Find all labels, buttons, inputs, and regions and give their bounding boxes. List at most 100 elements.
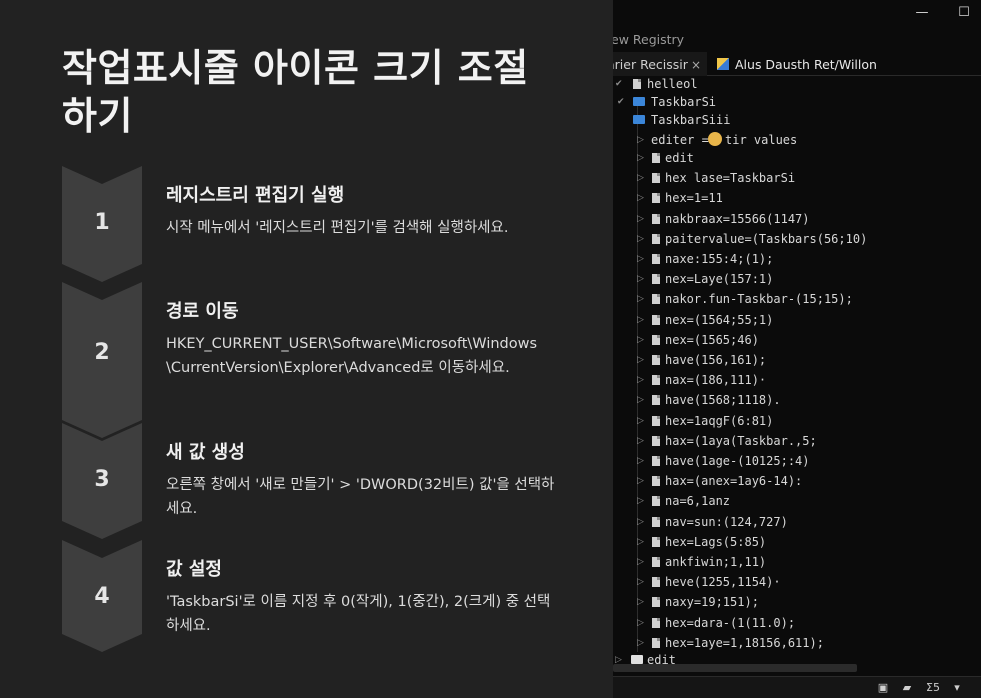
folder-open-icon: [633, 115, 645, 124]
tree-value-label: have(1age-(10125;:4): [665, 454, 810, 468]
expand-arrow-icon: ▷: [637, 496, 644, 507]
expand-arrow-icon: ▷: [637, 334, 644, 345]
step-3-number: 3: [94, 467, 110, 492]
tree-value-label: paitervalue=(Taskbars(56;10): [665, 231, 868, 246]
step-1-number: 1: [94, 210, 110, 235]
tree-value-label: nakor.fun-Taskbar-(15;15);: [665, 292, 853, 307]
step-2-description: HKEY_CURRENT_USER\Software\Microsoft\Win…: [166, 336, 538, 376]
file-icon: [633, 79, 641, 89]
tree-value-label: hex=dara-(1(11.0);: [665, 615, 796, 630]
tree-value-label: hex lase=TaskbarSi: [665, 171, 796, 186]
status-bar: ▣ ▰ Σ5 ▾: [613, 676, 981, 698]
horizontal-scrollbar[interactable]: [613, 664, 857, 672]
tab-second[interactable]: Alus Dausth Ret/Willon: [717, 52, 877, 76]
file-icon: [652, 274, 660, 285]
minimize-button[interactable]: —: [911, 4, 933, 22]
tree-value-label: nex=(1565;46): [665, 332, 759, 347]
file-icon: [652, 577, 660, 588]
tree-value-label: hex=1=11: [665, 191, 723, 206]
file-icon: [652, 415, 660, 426]
expand-arrow-icon: ▷: [637, 153, 644, 163]
step-3-title: 새 값 생성: [166, 442, 245, 463]
expand-arrow-icon: ▷: [637, 637, 644, 648]
doc-icon[interactable]: ▣: [875, 681, 891, 695]
editor-value-text: tir values: [725, 133, 798, 147]
file-icon: [652, 536, 660, 547]
expand-arrow-icon: ▷: [637, 274, 644, 285]
folder-icon: [631, 655, 643, 664]
file-icon: [652, 435, 660, 446]
file-icon: [652, 294, 660, 305]
file-icon: [652, 476, 660, 487]
file-icon: [652, 637, 660, 648]
expand-arrow-icon: ▷: [637, 395, 644, 406]
tree-value-label: ankfiwin;1,11): [665, 555, 767, 569]
expand-arrow-icon: ▷: [637, 173, 644, 184]
title-bar: — ☐: [613, 0, 981, 26]
app-tab-icon: [717, 58, 729, 70]
chevron-down-icon[interactable]: ▾: [949, 681, 965, 695]
guide-title: 작업표시줄 아이콘 크기 조절하기: [62, 46, 529, 138]
registry-editor-window: — ☐ ew Registry arier Recissir × Alus Da…: [613, 0, 981, 698]
tree-value-label: nav=sun:(124,727): [665, 514, 788, 529]
file-icon: [652, 233, 660, 244]
tree-value-label: hex=Lags(5:85): [665, 534, 767, 549]
tree-value-label: have(156,161);: [665, 353, 767, 367]
expand-arrow-icon: ▷: [637, 213, 644, 224]
file-icon: [652, 395, 660, 406]
step-3-description: 오른쪽 창에서 '새로 만들기' > 'DWORD(32비트) 값'을 선택하세…: [166, 477, 555, 517]
sort-icon[interactable]: Σ5: [925, 681, 941, 695]
editor-value: tir values: [705, 130, 797, 150]
expand-arrow-icon: ▷: [637, 355, 644, 365]
file-icon: [652, 153, 660, 163]
tree-value-label: edit: [665, 151, 694, 165]
tree-key-label: TaskbarSi: [651, 95, 717, 109]
step-1-description: 시작 메뉴에서 '레지스트리 편집기'를 검색해 실행하세요.: [166, 220, 509, 236]
expand-arrow-icon: ▷: [637, 435, 644, 446]
tree-value-label: hex=1aye=1,18156,611);: [665, 635, 824, 650]
expand-arrow-icon: ▷: [637, 415, 644, 426]
file-icon: [652, 456, 660, 466]
step-2-number: 2: [94, 340, 110, 365]
file-icon: [652, 193, 660, 204]
file-icon: [652, 254, 660, 264]
expand-arrow-icon: ▷: [637, 233, 644, 244]
file-icon: [652, 375, 660, 386]
expand-arrow-icon: ▷: [637, 294, 644, 305]
file-icon: [652, 334, 660, 345]
maximize-button[interactable]: ☐: [953, 4, 975, 22]
file-icon: [652, 355, 660, 365]
step-1-title: 레지스트리 편집기 실행: [166, 185, 345, 206]
expand-arrow-icon: ▷: [637, 536, 644, 547]
folder-icon[interactable]: ▰: [899, 681, 915, 695]
tree-value-label: hax=(1aya(Taskbar.,5;: [665, 433, 817, 448]
step-4-description: 'TaskbarSi'로 이름 지정 후 0(작게), 1(중간), 2(크게)…: [166, 594, 551, 634]
tab-bar: arier Recissir × Alus Dausth Ret/Willon: [613, 52, 981, 76]
tree-value-label: nex=Laye(157:1): [665, 272, 774, 287]
check-icon: ✔: [615, 79, 623, 89]
step-4-number: 4: [94, 584, 110, 609]
tree-root-label: helleol: [647, 77, 698, 91]
expand-arrow-icon: ▷: [637, 597, 644, 608]
file-icon: [652, 516, 660, 527]
file-icon: [652, 173, 660, 184]
file-icon: [652, 314, 660, 325]
app-title: ew Registry: [613, 32, 685, 47]
expand-arrow-icon: ▷: [637, 254, 644, 264]
expand-arrow-icon: ▷: [637, 375, 644, 386]
check-icon: ✔: [617, 97, 625, 107]
expand-arrow-icon: ▷: [637, 314, 644, 325]
folder-icon: [633, 97, 645, 106]
tab-second-label: Alus Dausth Ret/Willon: [735, 57, 877, 72]
tree-value-label: nex=(1564;55;1): [665, 312, 774, 327]
file-icon: [652, 617, 660, 628]
tree-value-label: hax=(anex=1ay6-14):: [665, 474, 803, 489]
file-icon: [652, 213, 660, 224]
tree-value-label: naxy=19;151);: [665, 595, 759, 610]
tree-subkey-label: TaskbarSiii: [651, 113, 731, 127]
file-icon: [652, 597, 660, 608]
tree-value-label: have(1568;1118).: [665, 393, 781, 408]
tab-active[interactable]: arier Recissir ×: [613, 52, 707, 76]
tree-value-label: nakbraax=15566(1147): [665, 211, 810, 226]
expand-arrow-icon: ▷: [637, 577, 644, 588]
